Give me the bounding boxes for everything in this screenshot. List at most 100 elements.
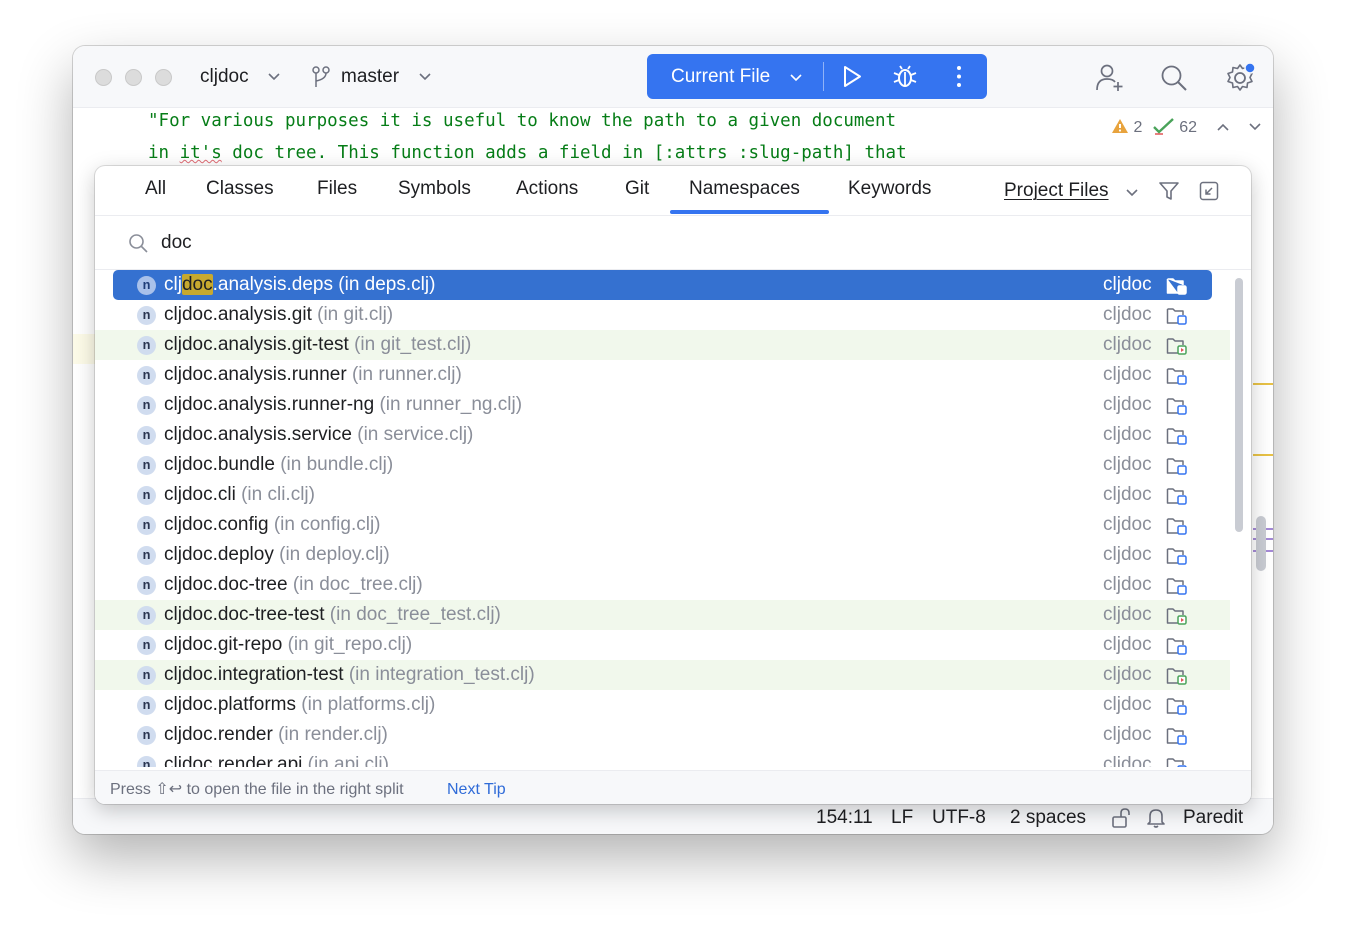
module-name: cljdoc: [1103, 694, 1152, 715]
list-item[interactable]: n cljdoc.analysis.service (in service.clj…: [95, 420, 1230, 450]
indent-setting[interactable]: 2 spaces: [1010, 807, 1086, 829]
add-user-icon[interactable]: [1095, 63, 1125, 93]
caret-position[interactable]: 154:11: [816, 807, 873, 829]
module-name: cljdoc: [1103, 634, 1152, 655]
namespace-n-icon: n: [137, 426, 156, 445]
tab-files[interactable]: Files: [317, 177, 357, 201]
list-item[interactable]: n cljdoc.analysis.git-test (in git_test.c…: [95, 330, 1230, 360]
namespace-n-icon: n: [137, 456, 156, 475]
results-scrollbar[interactable]: [1233, 278, 1245, 758]
namespace-n-icon: n: [137, 636, 156, 655]
more-vertical-icon[interactable]: [955, 65, 963, 88]
filter-icon[interactable]: [1159, 181, 1179, 201]
error-stripe-mark[interactable]: [1253, 383, 1273, 385]
error-stripe-mark[interactable]: [1253, 454, 1273, 456]
module-name: cljdoc: [1103, 304, 1152, 325]
file-location: (in doc_tree.clj): [292, 574, 423, 595]
list-item[interactable]: n cljdoc.analysis.deps (in deps.clj) cljdo…: [113, 270, 1212, 300]
namespace-prefix: cljdoc.analysis.git-test: [164, 334, 349, 355]
search-icon[interactable]: [1160, 64, 1188, 92]
namespace-name: cljdoc.platforms: [164, 694, 296, 715]
unlock-icon[interactable]: [1111, 808, 1131, 828]
inspection-widget[interactable]: 2 62: [1111, 116, 1262, 140]
run-config-selector[interactable]: Current File: [671, 65, 770, 89]
namespace-name: cljdoc.analysis.git: [164, 304, 312, 325]
chevron-up-icon[interactable]: [1216, 122, 1230, 132]
namespace-n-icon: n: [137, 396, 156, 415]
namespace-name: cljdoc.analysis.runner-ng: [164, 394, 374, 415]
result-label: cljdoc.analysis.git (in git.clj): [164, 304, 393, 326]
list-item[interactable]: n cljdoc.analysis.git (in git.clj) cljdoc: [95, 300, 1230, 330]
module-name: cljdoc: [1103, 604, 1152, 625]
list-item[interactable]: n cljdoc.git-repo (in git_repo.clj) cljdoc: [95, 630, 1230, 660]
namespace-prefix: clj: [164, 274, 182, 295]
list-item[interactable]: n cljdoc.doc-tree (in doc_tree.clj) cljdoc: [95, 570, 1230, 600]
bug-icon[interactable]: [893, 64, 917, 89]
list-item[interactable]: n cljdoc.render.api (in api.clj) cljdoc: [95, 750, 1230, 767]
file-location: (in git_test.clj): [354, 334, 472, 355]
namespace-n-icon: n: [137, 756, 156, 767]
next-tip-link[interactable]: Next Tip: [447, 780, 506, 800]
list-item[interactable]: n cljdoc.integration-test (in integration…: [95, 660, 1230, 690]
warning-count: 2: [1133, 119, 1143, 136]
editor-scrollbar-thumb[interactable]: [1256, 516, 1266, 571]
namespace-n-icon: n: [137, 276, 156, 295]
tab-namespaces[interactable]: Namespaces: [689, 177, 800, 201]
list-item[interactable]: n cljdoc.platforms (in platforms.clj) cljd…: [95, 690, 1230, 720]
chevron-down-icon[interactable]: [1248, 122, 1262, 132]
module-name: cljdoc: [1103, 544, 1152, 565]
search-field-row: [95, 216, 1251, 270]
file-location: (in doc_tree_test.clj): [329, 604, 501, 625]
file-location: (in deploy.clj): [279, 544, 390, 565]
list-item[interactable]: n cljdoc.render (in render.clj) cljdoc: [95, 720, 1230, 750]
code-line-2: in it's doc tree. This function adds a f…: [148, 143, 907, 163]
line-separator[interactable]: LF: [891, 807, 913, 829]
namespace-n-icon: n: [137, 576, 156, 595]
tab-classes[interactable]: Classes: [206, 177, 274, 201]
tab-symbols[interactable]: Symbols: [398, 177, 471, 201]
tab-actions[interactable]: Actions: [516, 177, 578, 201]
list-item[interactable]: n cljdoc.deploy (in deploy.clj) cljdoc: [95, 540, 1230, 570]
list-item[interactable]: n cljdoc.analysis.runner-ng (in runner_ng…: [95, 390, 1230, 420]
module-name: cljdoc: [1103, 514, 1152, 535]
file-location: (in runner.clj): [351, 364, 462, 385]
editor-mode[interactable]: Paredit: [1183, 807, 1243, 829]
scope-selector[interactable]: Project Files: [1004, 179, 1109, 203]
result-label: cljdoc.doc-tree (in doc_tree.clj): [164, 574, 423, 596]
module-folder-icon: [1166, 278, 1187, 295]
minimize-window-button[interactable]: [125, 69, 142, 86]
zoom-window-button[interactable]: [155, 69, 172, 86]
play-icon[interactable]: [841, 65, 863, 88]
close-window-button[interactable]: [95, 69, 112, 86]
result-label: cljdoc.config (in config.clj): [164, 514, 381, 536]
test-module-folder-icon: [1166, 338, 1187, 355]
namespace-n-icon: n: [137, 516, 156, 535]
list-item[interactable]: n cljdoc.bundle (in bundle.clj) cljdoc: [95, 450, 1230, 480]
result-label: cljdoc.git-repo (in git_repo.clj): [164, 634, 412, 656]
list-item[interactable]: n cljdoc.doc-tree-test (in doc_tree_test.…: [95, 600, 1230, 630]
result-label: cljdoc.analysis.deps (in deps.clj): [164, 274, 435, 296]
list-item[interactable]: n cljdoc.analysis.runner (in runner.clj) c…: [95, 360, 1230, 390]
project-selector[interactable]: cljdoc: [200, 65, 249, 89]
namespace-n-icon: n: [137, 336, 156, 355]
file-location: (in git_repo.clj): [287, 634, 413, 655]
open-in-window-icon[interactable]: [1199, 181, 1219, 201]
namespace-n-icon: n: [137, 696, 156, 715]
module-name: cljdoc: [1103, 424, 1152, 445]
tab-all[interactable]: All: [145, 177, 166, 201]
module-name: cljdoc: [1103, 574, 1152, 595]
namespace-name: cljdoc.cli: [164, 484, 236, 505]
gear-icon[interactable]: [1225, 62, 1257, 94]
search-input[interactable]: [161, 230, 761, 256]
tab-git[interactable]: Git: [625, 177, 649, 201]
list-item[interactable]: n cljdoc.config (in config.clj) cljdoc: [95, 510, 1230, 540]
file-encoding[interactable]: UTF-8: [932, 807, 986, 829]
list-item[interactable]: n cljdoc.cli (in cli.clj) cljdoc: [95, 480, 1230, 510]
namespace-n-icon: n: [137, 606, 156, 625]
results-scrollbar-thumb[interactable]: [1235, 278, 1243, 532]
module-folder-icon: [1166, 548, 1187, 565]
branch-selector[interactable]: master: [341, 65, 399, 89]
namespace-prefix: cljdoc.analysis.service: [164, 424, 352, 445]
bell-icon[interactable]: [1146, 807, 1166, 829]
tab-keywords[interactable]: Keywords: [848, 177, 931, 201]
